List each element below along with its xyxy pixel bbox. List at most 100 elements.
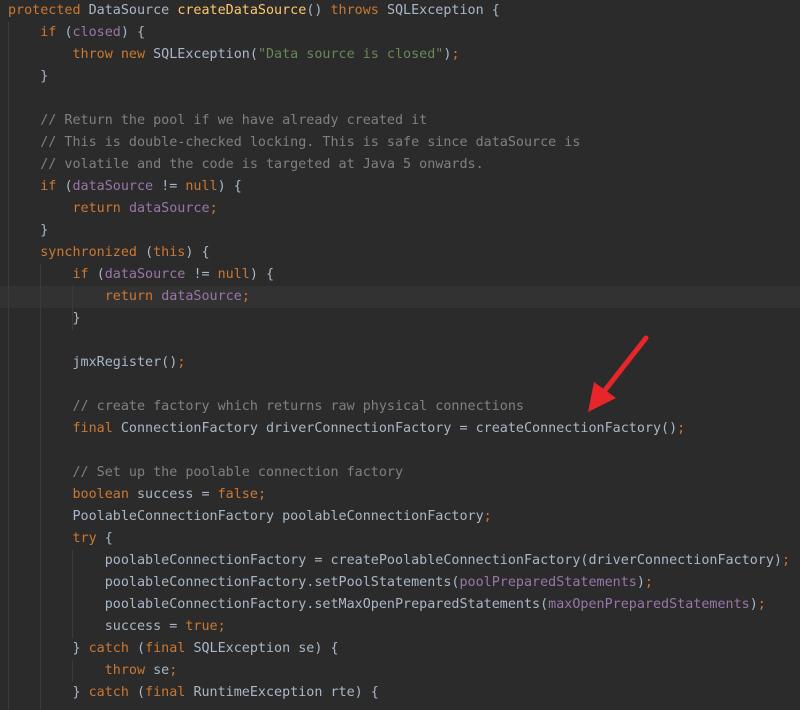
code-token: catch (88, 641, 137, 656)
code-token: poolableConnectionFactory.setMaxOpenPrep… (8, 597, 549, 612)
indent-guide (40, 264, 41, 710)
code-token: dataSource (161, 289, 242, 304)
code-line[interactable]: final ConnectionFactory driverConnection… (8, 418, 800, 440)
code-token: SQLException se) { (193, 641, 339, 656)
code-token: return (8, 201, 129, 216)
code-token: DataSource (88, 3, 178, 18)
code-line[interactable]: poolableConnectionFactory.setPoolStateme… (8, 572, 800, 594)
code-line[interactable]: // create factory which returns raw phys… (8, 396, 800, 418)
code-token: ; (644, 575, 653, 590)
code-line[interactable]: // volatile and the code is targeted at … (8, 154, 800, 176)
code-token: // Return the pool if we have already cr… (8, 113, 428, 128)
code-token: != (161, 179, 186, 194)
code-token: ( (137, 641, 146, 656)
code-token: ; (241, 289, 250, 304)
code-token: try (8, 531, 105, 546)
code-line[interactable]: } catch (final RuntimeException rte) { (8, 682, 800, 704)
code-line[interactable]: throw se; (8, 660, 800, 682)
code-line[interactable]: PoolableConnectionFactory poolableConnec… (8, 506, 800, 528)
code-token: ; (757, 597, 766, 612)
code-token: ; (483, 509, 492, 524)
code-token: ) (749, 597, 758, 612)
code-token: success = (8, 619, 186, 634)
code-token: this (153, 245, 186, 260)
code-token: boolean (8, 487, 137, 502)
code-token: // create factory which returns raw phys… (8, 399, 524, 414)
code-token: ( (145, 245, 154, 260)
code-token: ; (451, 47, 460, 62)
code-token: ( (96, 267, 105, 282)
code-token: final (145, 685, 194, 700)
code-token: { (104, 531, 113, 546)
red-arrow-annotation (588, 335, 649, 412)
code-token: null (217, 267, 250, 282)
code-token: "Data source is closed" (257, 47, 444, 62)
code-token: } (8, 641, 89, 656)
code-line[interactable]: } (8, 220, 800, 242)
code-token: maxOpenPreparedStatements (548, 597, 750, 612)
code-token: ; (677, 421, 686, 436)
code-line[interactable]: if (closed) { (8, 22, 800, 44)
code-token: ( (64, 25, 73, 40)
code-line[interactable] (8, 330, 800, 352)
code-token: PoolableConnectionFactory poolableConnec… (8, 509, 484, 524)
code-token: ) { (120, 25, 146, 40)
code-token: ( (137, 685, 146, 700)
code-line[interactable]: return dataSource; (0, 286, 800, 308)
code-token: synchronized (8, 245, 146, 260)
code-line[interactable]: } (8, 66, 800, 88)
code-line[interactable] (8, 88, 800, 110)
code-line[interactable]: synchronized (this) { (8, 242, 800, 264)
code-token: return (8, 289, 162, 304)
code-token: } (8, 69, 49, 84)
code-token: poolPreparedStatements (459, 575, 637, 590)
code-token: dataSource (104, 267, 194, 282)
code-line[interactable]: // Set up the poolable connection factor… (8, 462, 800, 484)
code-token: jmxRegister() (8, 355, 178, 370)
code-token: SQLException( (153, 47, 258, 62)
code-token: ConnectionFactory driverConnectionFactor… (120, 421, 678, 436)
code-token: ; (217, 619, 226, 634)
code-line[interactable]: poolableConnectionFactory = createPoolab… (8, 550, 800, 572)
code-token: dataSource (72, 179, 162, 194)
code-line[interactable]: throw new SQLException("Data source is c… (8, 44, 800, 66)
code-line[interactable]: if (dataSource != null) { (8, 176, 800, 198)
code-line[interactable]: // Return the pool if we have already cr… (8, 110, 800, 132)
code-token: if (8, 267, 97, 282)
code-editor[interactable]: protected DataSource createDataSource ( ) … (0, 0, 800, 710)
code-token: throw (8, 663, 154, 678)
code-line[interactable]: } (8, 308, 800, 330)
code-line[interactable]: // This is double-checked locking. This … (8, 132, 800, 154)
code-token: ; (177, 355, 186, 370)
code-line[interactable]: try { (8, 528, 800, 550)
code-token: dataSource (128, 201, 210, 216)
code-token: success = (137, 487, 218, 502)
code-token: ) (636, 575, 645, 590)
code-line[interactable] (8, 440, 800, 462)
code-line[interactable]: } catch (final SQLException se) { (8, 638, 800, 660)
code-token: ) { (185, 245, 210, 260)
code-line[interactable]: jmxRegister(); (8, 352, 800, 374)
code-token: if (8, 25, 65, 40)
code-token: poolableConnectionFactory.setPoolStateme… (8, 575, 460, 590)
code-line[interactable]: boolean success = false; (8, 484, 800, 506)
code-line[interactable]: success = true; (8, 616, 800, 638)
code-line[interactable]: poolableConnectionFactory.setMaxOpenPrep… (8, 594, 800, 616)
code-token: } (8, 685, 89, 700)
code-token: catch (88, 685, 137, 700)
code-line[interactable]: return dataSource; (8, 198, 800, 220)
code-token: createDataSource (177, 3, 307, 18)
code-token: ; (257, 487, 266, 502)
code-line[interactable]: if (dataSource != null) { (8, 264, 800, 286)
code-token: ( (64, 179, 73, 194)
code-token: se (153, 663, 170, 678)
code-line[interactable]: protected DataSource createDataSource() … (8, 0, 800, 22)
code-token: ; (781, 553, 790, 568)
code-token: != (193, 267, 218, 282)
code-token: SQLException { (386, 3, 500, 18)
code-token: protected (8, 3, 89, 18)
code-token: } (8, 311, 81, 326)
indent-guide (72, 660, 73, 682)
code-line[interactable] (8, 374, 800, 396)
code-token: null (185, 179, 218, 194)
